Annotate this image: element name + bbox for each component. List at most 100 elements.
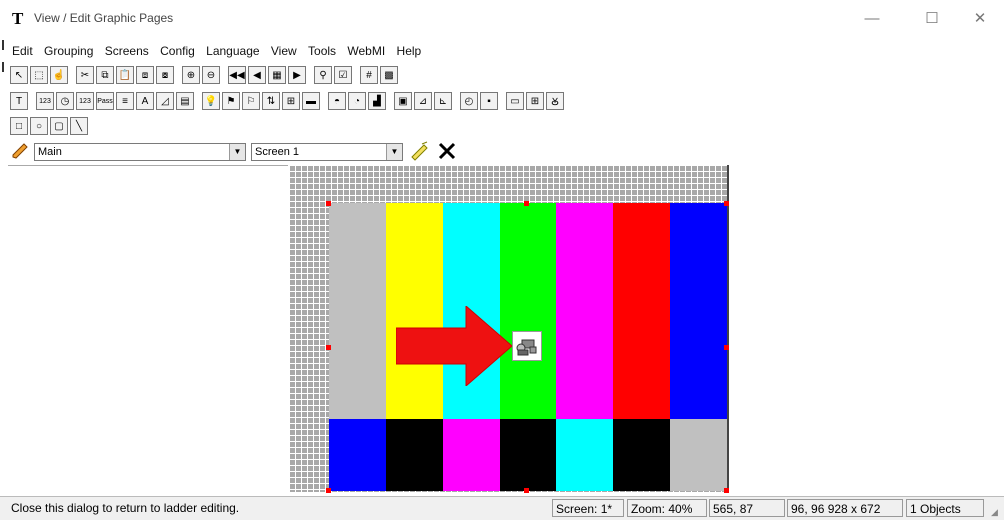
clock-icon[interactable]: ◷ [56,92,74,110]
resize-handle[interactable] [724,345,729,350]
menu-edit[interactable]: Edit [8,40,37,58]
prev-screen-icon[interactable]: ◀ [248,66,266,84]
resize-handle[interactable] [326,488,331,493]
menu-bar: Edit Grouping Screens Config Language Vi… [0,40,1004,62]
cut-icon[interactable]: ✂ [76,66,94,84]
pencil-icon[interactable] [10,142,30,160]
status-cursor: 565, 87 [709,499,785,517]
status-zoom: Zoom: 40% [627,499,707,517]
camera-icon[interactable]: ▭ [506,92,524,110]
paste-icon[interactable]: 📋 [116,66,134,84]
grid-fill-icon[interactable]: ▩ [380,66,398,84]
copy-icon[interactable]: ⧉ [96,66,114,84]
switch-icon[interactable]: ⇅ [262,92,280,110]
grid-icon[interactable]: # [360,66,378,84]
color-bar-bottom [670,419,728,491]
menu-screens[interactable]: Screens [101,40,153,58]
resize-handle[interactable] [724,201,729,206]
resize-handle[interactable] [724,488,729,493]
timer-icon[interactable]: ◴ [460,92,478,110]
resize-grip-icon[interactable]: ◢ [991,507,1001,517]
close-button[interactable]: ✕ [960,6,1000,32]
container-icon[interactable]: Ꙋ [546,92,564,110]
menu-help[interactable]: Help [393,40,426,58]
menu-view[interactable]: View [267,40,301,58]
color-bar-bottom [499,419,557,491]
red-arrow-icon [395,304,513,389]
bar-graph-icon[interactable]: ▬ [302,92,320,110]
rename-screen-icon[interactable] [408,141,430,161]
multi-flag-icon[interactable]: ⚐ [242,92,260,110]
trend-icon[interactable]: ⊿ [414,92,432,110]
status-screen: Screen: 1* [552,499,624,517]
text-icon[interactable]: T [10,92,28,110]
group-select-value: Main [38,146,62,158]
chart-icon[interactable]: ▟ [368,92,386,110]
maximize-button[interactable]: ☐ [912,6,952,32]
color-bar-bottom [385,419,443,491]
delete-screen-icon[interactable] [436,141,458,161]
chevron-down-icon[interactable]: ▼ [386,144,402,160]
first-screen-icon[interactable]: ◀◀ [228,66,246,84]
status-size: 96, 96 928 x 672 [787,499,903,517]
color-bar-top [613,203,671,419]
send-back-icon[interactable]: ⧇ [156,66,174,84]
flag-icon[interactable]: ⚑ [222,92,240,110]
resize-handle[interactable] [326,201,331,206]
menu-config[interactable]: Config [156,40,199,58]
line-icon[interactable]: ╲ [70,117,88,135]
resize-handle[interactable] [524,201,529,206]
select-region-icon[interactable]: ⬚ [30,66,48,84]
camera-object-icon[interactable] [512,331,542,361]
screen-button-icon[interactable]: ⊞ [282,92,300,110]
bring-front-icon[interactable]: ⧈ [136,66,154,84]
screen-select[interactable]: Screen 1 ▼ [251,143,403,161]
color-bar-bottom [613,419,671,491]
pass-icon[interactable]: Pass [96,92,114,110]
toolbar-objects: T 123 ◷ 123 Pass ≡ A ◿ ▤ 💡 ⚑ ⚐ ⇅ ⊞ ▬ ◓ ◔ ▟ ▣ ⊿ ⊾ ◴ ▪ ▭ ⊞ Ꙋ [10,90,566,112]
hand-icon[interactable]: ☝ [50,66,68,84]
group-select[interactable]: Main ▼ [34,143,246,161]
resize-handle[interactable] [326,345,331,350]
menu-grouping[interactable]: Grouping [40,40,97,58]
grid-table-icon[interactable]: ⊞ [526,92,544,110]
dome-light-icon[interactable]: ◓ [328,92,346,110]
message-icon[interactable]: ≡ [116,92,134,110]
window-title: View / Edit Graphic Pages [34,11,174,25]
meter-icon[interactable]: ◔ [348,92,366,110]
toolbar-shapes: □ ○ ▢ ╲ [10,115,90,137]
chevron-down-icon[interactable]: ▼ [229,144,245,160]
color-bar-top [670,203,728,419]
resize-handle[interactable] [524,488,529,493]
status-objects: 1 Objects [906,499,984,517]
rounded-rect-icon[interactable]: ▢ [50,117,68,135]
properties-icon[interactable]: ☑ [334,66,352,84]
screen-list-icon[interactable]: ▦ [268,66,286,84]
next-screen-icon[interactable]: ▶ [288,66,306,84]
menu-webmi[interactable]: WebMI [343,40,389,58]
status-bar: Close this dialog to return to ladder ed… [0,496,1004,520]
find-icon[interactable]: ⚲ [314,66,332,84]
table-icon[interactable]: ▤ [176,92,194,110]
status-message: Close this dialog to return to ladder ed… [8,499,548,517]
menu-language[interactable]: Language [202,40,263,58]
calendar-icon[interactable]: ▣ [394,92,412,110]
color-bar-top [329,203,386,419]
ellipse-icon[interactable]: ○ [30,117,48,135]
lightbulb-icon[interactable]: 💡 [202,92,220,110]
menu-tools[interactable]: Tools [304,40,340,58]
pointer-icon[interactable]: ↖ [10,66,28,84]
save-icon[interactable]: ▪ [480,92,498,110]
app-icon: T [12,9,24,28]
color-bar-bottom [556,419,614,491]
scale-icon[interactable]: ◿ [156,92,174,110]
trend-xy-icon[interactable]: ⊾ [434,92,452,110]
text-entry-icon[interactable]: A [136,92,154,110]
zoom-out-icon[interactable]: ⊖ [202,66,220,84]
minimize-button[interactable]: — [852,6,892,32]
zoom-in-icon[interactable]: ⊕ [182,66,200,84]
numeric-display-icon[interactable]: 123 [36,92,54,110]
numeric-entry-icon[interactable]: 123 [76,92,94,110]
left-panel [8,165,288,492]
rectangle-icon[interactable]: □ [10,117,28,135]
